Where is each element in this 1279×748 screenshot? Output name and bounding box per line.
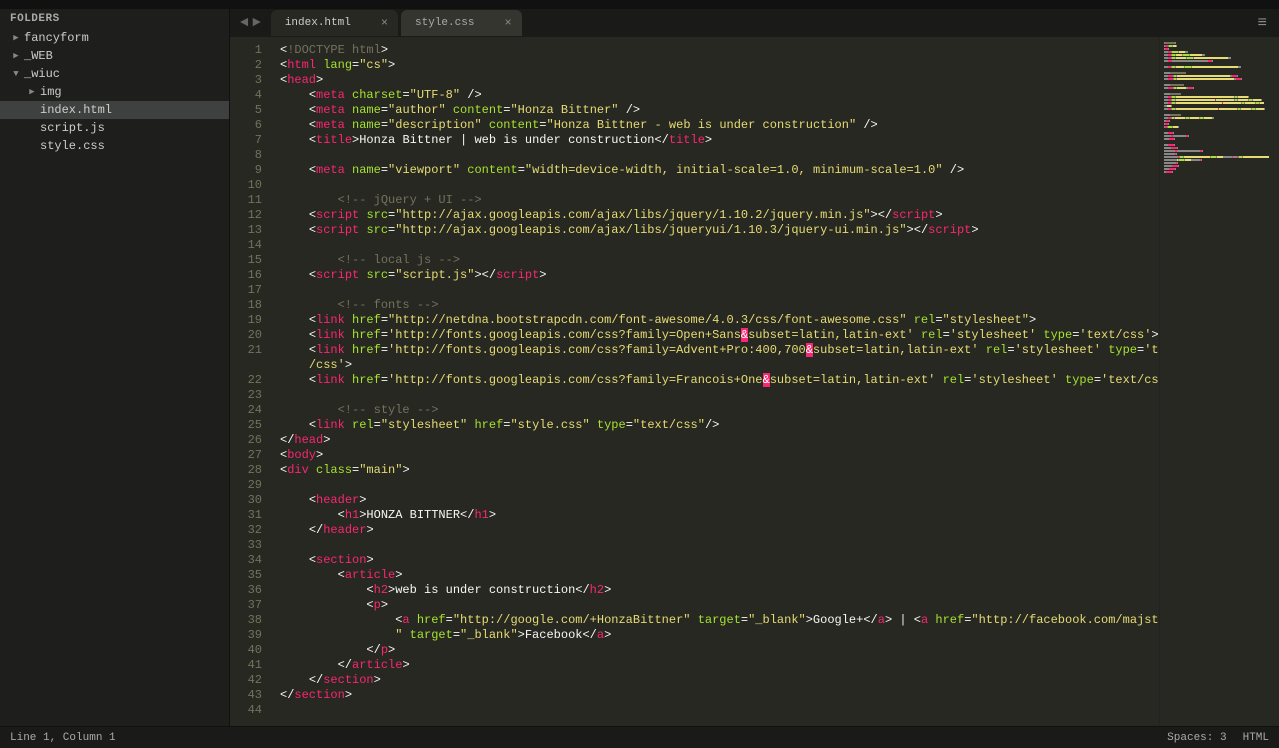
tree-item-index-html[interactable]: index.html	[0, 101, 229, 119]
code-area[interactable]: <!DOCTYPE html> <html lang="cs"> <head> …	[270, 37, 1159, 726]
tree-item-img[interactable]: ▶img	[0, 83, 229, 101]
editor-body: 123456789101112131415161718192021 222324…	[230, 37, 1279, 726]
tab-index-html[interactable]: index.html ×	[271, 10, 398, 36]
arrow-icon: ▶	[26, 87, 38, 97]
tree-label: index.html	[40, 103, 112, 117]
tree-label: img	[40, 85, 62, 99]
minimap[interactable]	[1159, 37, 1279, 726]
status-cursor: Line 1, Column 1	[10, 732, 116, 744]
tree-item-_WEB[interactable]: ▶_WEB	[0, 47, 229, 65]
tree-label: style.css	[40, 139, 105, 153]
nav-arrows: ◄ ►	[230, 15, 271, 31]
arrow-icon: ▶	[10, 33, 22, 43]
tree-label: _wiuc	[24, 67, 60, 81]
tab-label: index.html	[285, 17, 351, 29]
tree-item-style-css[interactable]: style.css	[0, 137, 229, 155]
status-spaces[interactable]: Spaces: 3	[1167, 732, 1226, 744]
arrow-icon: ▼	[10, 69, 22, 79]
arrow-icon: ▶	[10, 51, 22, 61]
tree-item-script-js[interactable]: script.js	[0, 119, 229, 137]
folder-tree[interactable]: ▶fancyform▶_WEB▼_wiuc▶imgindex.htmlscrip…	[0, 29, 229, 155]
gutter: 123456789101112131415161718192021 222324…	[230, 37, 270, 726]
nav-forward-icon[interactable]: ►	[252, 15, 260, 31]
sidebar-header: FOLDERS	[0, 9, 229, 29]
hamburger-icon[interactable]: ≡	[1257, 14, 1267, 32]
tab-label: style.css	[415, 17, 474, 29]
tree-item-fancyform[interactable]: ▶fancyform	[0, 29, 229, 47]
close-icon[interactable]: ×	[504, 16, 511, 30]
tree-label: script.js	[40, 121, 105, 135]
editor-pane: ◄ ► index.html × style.css × ≡ 123456789101…	[230, 9, 1279, 726]
status-lang[interactable]: HTML	[1243, 732, 1269, 744]
tab-style-css[interactable]: style.css ×	[401, 10, 522, 36]
close-icon[interactable]: ×	[381, 16, 388, 30]
sidebar: FOLDERS ▶fancyform▶_WEB▼_wiuc▶imgindex.h…	[0, 9, 230, 726]
tree-label: _WEB	[24, 49, 53, 63]
main-area: FOLDERS ▶fancyform▶_WEB▼_wiuc▶imgindex.h…	[0, 9, 1279, 726]
tabs: index.html × style.css ×	[271, 10, 525, 36]
tree-label: fancyform	[24, 31, 89, 45]
tree-item-_wiuc[interactable]: ▼_wiuc	[0, 65, 229, 83]
status-bar: Line 1, Column 1 Spaces: 3 HTML	[0, 726, 1279, 748]
menubar	[0, 0, 1279, 9]
tab-bar: ◄ ► index.html × style.css × ≡	[230, 9, 1279, 37]
nav-back-icon[interactable]: ◄	[240, 15, 248, 31]
